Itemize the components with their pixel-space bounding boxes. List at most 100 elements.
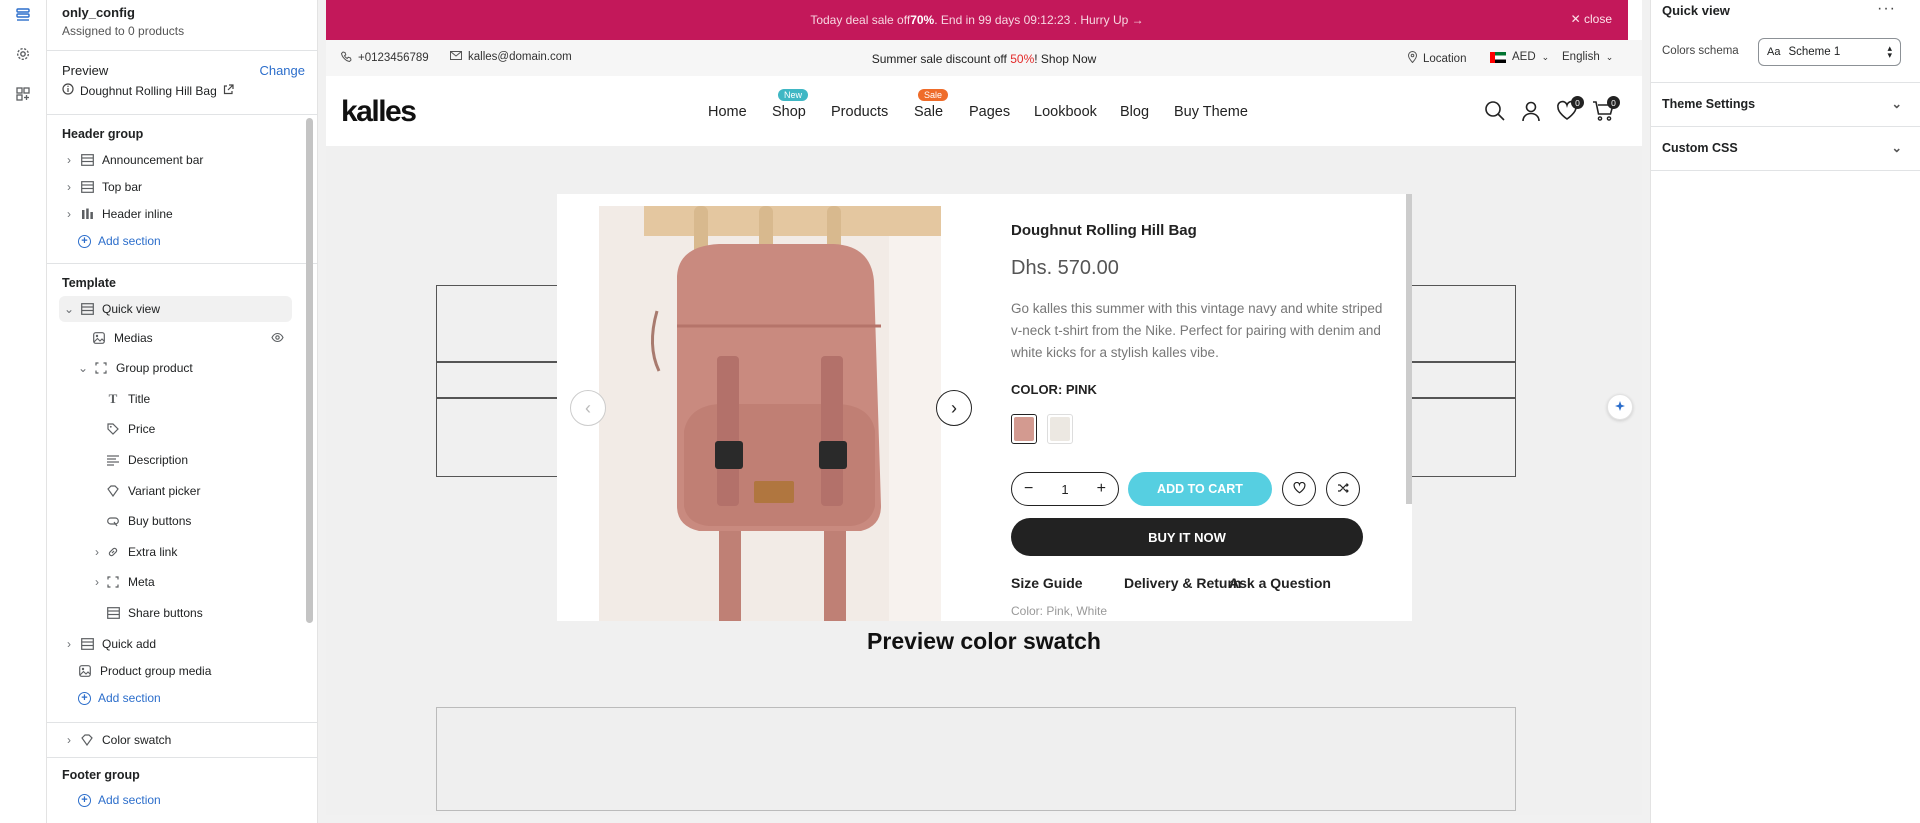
- buy-it-now-button[interactable]: BUY IT NOW: [1011, 518, 1363, 556]
- section-icon: [80, 637, 94, 651]
- chevron-right-icon[interactable]: ›: [64, 207, 74, 221]
- product-image: [599, 206, 941, 621]
- compare-button[interactable]: [1326, 472, 1360, 506]
- divider: [47, 757, 317, 758]
- section-label: Color swatch: [102, 733, 172, 747]
- delivery-return-link[interactable]: Delivery & Return: [1124, 575, 1241, 591]
- divider: [47, 114, 317, 115]
- external-link-icon[interactable]: [223, 83, 234, 98]
- preview-product-name: Doughnut Rolling Hill Bag: [80, 83, 217, 98]
- sparkle-icon[interactable]: [1607, 394, 1633, 420]
- promo-close-button[interactable]: ✕ close: [1571, 12, 1612, 26]
- minus-icon[interactable]: −: [1024, 480, 1033, 498]
- add-to-cart-button[interactable]: ADD TO CART: [1128, 472, 1272, 506]
- nav-shop[interactable]: Shop New: [772, 89, 809, 120]
- block-variant-picker[interactable]: Variant picker: [47, 478, 292, 504]
- link-icon: [106, 545, 120, 559]
- location-link[interactable]: Location: [1407, 51, 1466, 66]
- section-header-inline[interactable]: › Header inline: [47, 201, 292, 227]
- section-color-swatch[interactable]: › Color swatch: [47, 727, 292, 753]
- section-product-group-media[interactable]: Product group media: [47, 658, 292, 684]
- sections-icon[interactable]: [12, 4, 34, 26]
- nav-sale[interactable]: Sale Sale: [914, 89, 949, 120]
- block-meta[interactable]: › Meta: [47, 569, 292, 595]
- nav-pages[interactable]: Pages: [969, 104, 1010, 120]
- wishlist-icon[interactable]: 0: [1556, 96, 1584, 122]
- chevron-down-icon[interactable]: ⌄: [78, 361, 88, 375]
- shuffle-icon: [1337, 482, 1349, 497]
- add-section-footer-button[interactable]: + Add section: [47, 787, 292, 813]
- nav-home[interactable]: Home: [708, 104, 747, 120]
- section-title: Custom CSS: [1662, 140, 1738, 155]
- search-icon[interactable]: [1484, 100, 1506, 122]
- add-section-label: Add section: [98, 793, 161, 807]
- block-group-product[interactable]: ⌄ Group product: [47, 355, 292, 381]
- cart-icon[interactable]: 0: [1592, 96, 1620, 122]
- wishlist-button[interactable]: [1282, 472, 1316, 506]
- background-textarea[interactable]: [436, 707, 1516, 811]
- section-label: Top bar: [102, 180, 143, 194]
- next-image-button[interactable]: ›: [936, 390, 972, 426]
- add-section-header-button[interactable]: + Add section: [47, 228, 292, 254]
- block-buy-buttons[interactable]: Buy buttons: [47, 508, 292, 534]
- panel-title: Quick view: [1662, 3, 1730, 18]
- chevron-right-icon[interactable]: ›: [92, 545, 102, 559]
- wishlist-count: 0: [1571, 96, 1584, 109]
- currency-selector[interactable]: AED ⌄: [1490, 51, 1549, 63]
- block-medias[interactable]: Medias: [47, 325, 292, 351]
- chevron-right-icon[interactable]: ›: [64, 180, 74, 194]
- plus-icon[interactable]: +: [1097, 480, 1106, 498]
- gear-icon[interactable]: [12, 43, 34, 65]
- account-icon[interactable]: [1520, 100, 1542, 122]
- section-quick-view[interactable]: ⌄ Quick view: [59, 296, 292, 322]
- nav-lookbook[interactable]: Lookbook: [1034, 104, 1097, 120]
- section-quick-add[interactable]: › Quick add: [47, 631, 292, 657]
- add-section-template-button[interactable]: + Add section: [47, 685, 292, 711]
- block-title[interactable]: T Title: [47, 386, 292, 412]
- language-selector[interactable]: English ⌄: [1562, 51, 1613, 63]
- chevron-down-icon[interactable]: ⌄: [64, 302, 74, 316]
- block-share-buttons[interactable]: Share buttons: [47, 600, 292, 626]
- sidebar-scrollbar[interactable]: [306, 118, 313, 623]
- colors-schema-select[interactable]: Aa Scheme 1 ▴ ▾: [1758, 38, 1901, 66]
- section-announcement-bar[interactable]: › Announcement bar: [47, 147, 292, 173]
- nav-buy-theme[interactable]: Buy Theme: [1174, 104, 1248, 120]
- apps-icon[interactable]: [12, 83, 34, 105]
- custom-css-section[interactable]: Custom CSS ⌄: [1662, 140, 1902, 156]
- nav-products[interactable]: Products: [831, 104, 888, 120]
- chevron-right-icon[interactable]: ›: [92, 575, 102, 589]
- promo-text-after[interactable]: . End in 99 days 09:12:23 . Hurry Up →: [934, 13, 1143, 27]
- text-style-icon: Aa: [1767, 46, 1781, 58]
- swatch-pink[interactable]: [1011, 414, 1037, 444]
- prev-image-button[interactable]: ‹: [570, 390, 606, 426]
- chevron-right-icon[interactable]: ›: [64, 153, 74, 167]
- more-options-icon[interactable]: ···: [1877, 0, 1896, 18]
- chevron-left-icon: ‹: [585, 397, 591, 418]
- quantity-value[interactable]: 1: [1061, 482, 1068, 497]
- swatch-white[interactable]: [1047, 414, 1073, 444]
- store-logo[interactable]: kalles: [341, 95, 417, 129]
- theme-settings-section[interactable]: Theme Settings ⌄: [1662, 96, 1902, 112]
- block-extra-link[interactable]: › Extra link: [47, 539, 292, 565]
- nav-blog[interactable]: Blog: [1120, 104, 1149, 120]
- size-guide-link[interactable]: Size Guide: [1011, 575, 1083, 591]
- modal-scrollbar[interactable]: [1406, 194, 1412, 504]
- chevron-right-icon[interactable]: ›: [64, 733, 74, 747]
- modal-backdrop[interactable]: Preview color swatch ‹ › Doughnut Rollin…: [326, 146, 1642, 815]
- product-title[interactable]: Doughnut Rolling Hill Bag: [1011, 222, 1197, 239]
- chevron-right-icon[interactable]: ›: [64, 637, 74, 651]
- block-description[interactable]: Description: [47, 447, 292, 473]
- section-top-bar[interactable]: › Top bar: [47, 174, 292, 200]
- chevron-right-icon: ›: [951, 397, 957, 418]
- text-icon: T: [108, 391, 118, 406]
- icon-rail: [0, 0, 47, 823]
- ask-question-link[interactable]: Ask a Question: [1229, 575, 1331, 591]
- block-price[interactable]: Price: [47, 416, 292, 442]
- columns-icon: [80, 207, 94, 221]
- preview-product[interactable]: Doughnut Rolling Hill Bag: [62, 83, 234, 98]
- nav-label: Sale: [914, 104, 944, 120]
- button-icon: [106, 514, 120, 528]
- change-preview-link[interactable]: Change: [259, 63, 305, 78]
- eye-icon[interactable]: [271, 332, 284, 346]
- uae-flag-icon: [1490, 51, 1506, 63]
